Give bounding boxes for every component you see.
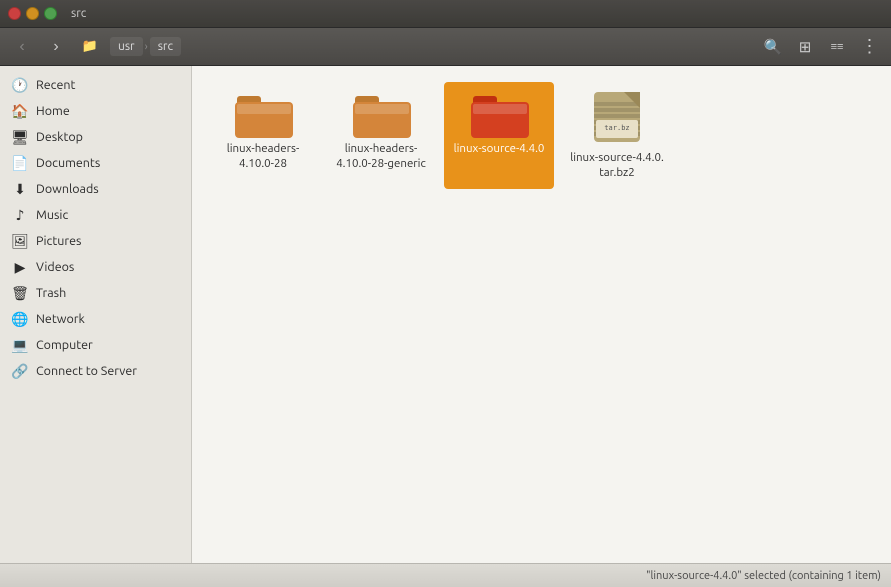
network-icon: 🌐	[12, 311, 28, 327]
file-item-linux-source-4.4.0[interactable]: linux-source-4.4.0	[444, 82, 554, 189]
file-label-linux-headers-4.10.0-28-generic: linux-headers- 4.10.0-28-generic	[331, 142, 431, 172]
window-title: src	[71, 7, 86, 20]
location-icon: 📁	[76, 33, 104, 61]
view-grid-button[interactable]: ⊞	[791, 33, 819, 61]
folder-icon-linux-source-4.4.0	[471, 90, 527, 138]
downloads-icon: ⬇	[12, 181, 28, 197]
sidebar-label-music: Music	[36, 208, 68, 222]
sidebar-item-pictures[interactable]: 🖼 Pictures	[0, 228, 191, 254]
sidebar-item-desktop[interactable]: 🖥 Desktop	[0, 124, 191, 150]
file-item-linux-headers-4.10.0-28[interactable]: linux-headers- 4.10.0-28	[208, 82, 318, 189]
files-grid: linux-headers- 4.10.0-28 linux-headers- 4…	[208, 82, 875, 189]
minimize-button[interactable]	[26, 7, 39, 20]
sidebar: 🕐 Recent 🏠 Home 🖥 Desktop 📄 Documents ⬇ Downloads…	[0, 66, 192, 563]
menu-button[interactable]: ⋮	[855, 33, 883, 61]
sidebar-label-pictures: Pictures	[36, 234, 81, 248]
trash-icon: 🗑	[12, 285, 28, 301]
file-item-linux-source-4.4.0.tar.bz2[interactable]: tar.bz linux-source-4.4.0. tar.bz2	[562, 82, 672, 189]
breadcrumb-src[interactable]: src	[150, 37, 181, 56]
window-controls	[8, 7, 57, 20]
sidebar-item-network[interactable]: 🌐 Network	[0, 306, 191, 332]
toolbar: ‹ › 📁 usr › src 🔍 ⊞ ≡≡ ⋮	[0, 28, 891, 66]
file-area[interactable]: linux-headers- 4.10.0-28 linux-headers- 4…	[192, 66, 891, 563]
close-button[interactable]	[8, 7, 21, 20]
sidebar-item-home[interactable]: 🏠 Home	[0, 98, 191, 124]
sidebar-label-desktop: Desktop	[36, 130, 83, 144]
sidebar-item-downloads[interactable]: ⬇ Downloads	[0, 176, 191, 202]
sidebar-item-trash[interactable]: 🗑 Trash	[0, 280, 191, 306]
file-label-linux-source-4.4.0.tar.bz2: linux-source-4.4.0. tar.bz2	[567, 151, 667, 181]
sidebar-label-videos: Videos	[36, 260, 74, 274]
documents-icon: 📄	[12, 155, 28, 171]
search-button[interactable]: 🔍	[759, 33, 787, 61]
music-icon: ♪	[12, 207, 28, 223]
titlebar: src	[0, 0, 891, 28]
back-button[interactable]: ‹	[8, 33, 36, 61]
main-area: 🕐 Recent 🏠 Home 🖥 Desktop 📄 Documents ⬇ Downloads…	[0, 66, 891, 563]
home-icon: 🏠	[12, 103, 28, 119]
sidebar-item-documents[interactable]: 📄 Documents	[0, 150, 191, 176]
forward-button[interactable]: ›	[42, 33, 70, 61]
sidebar-item-music[interactable]: ♪ Music	[0, 202, 191, 228]
statusbar-text: "linux-source-4.4.0" selected (containin…	[10, 570, 881, 582]
pictures-icon: 🖼	[12, 233, 28, 249]
folder-icon-linux-headers-4.10.0-28-generic	[353, 90, 409, 138]
sidebar-item-videos[interactable]: ▶ Videos	[0, 254, 191, 280]
connect-icon: 🔗	[12, 363, 28, 379]
sidebar-item-connect[interactable]: 🔗 Connect to Server	[0, 358, 191, 384]
toolbar-right: 🔍 ⊞ ≡≡ ⋮	[759, 33, 883, 61]
sidebar-label-network: Network	[36, 312, 85, 326]
sidebar-item-computer[interactable]: 💻 Computer	[0, 332, 191, 358]
archive-icon-linux-source-4.4.0.tar.bz2: tar.bz	[590, 90, 644, 147]
recent-icon: 🕐	[12, 77, 28, 93]
breadcrumb-separator: ›	[145, 41, 148, 53]
computer-icon: 💻	[12, 337, 28, 353]
sidebar-label-recent: Recent	[36, 78, 75, 92]
maximize-button[interactable]	[44, 7, 57, 20]
sidebar-label-computer: Computer	[36, 338, 93, 352]
sidebar-label-documents: Documents	[36, 156, 100, 170]
svg-text:tar.bz: tar.bz	[604, 124, 629, 132]
view-list-button[interactable]: ≡≡	[823, 33, 851, 61]
sidebar-item-recent[interactable]: 🕐 Recent	[0, 72, 191, 98]
desktop-icon: 🖥	[12, 129, 28, 145]
sidebar-label-trash: Trash	[36, 286, 66, 300]
file-label-linux-headers-4.10.0-28: linux-headers- 4.10.0-28	[213, 142, 313, 172]
sidebar-label-home: Home	[36, 104, 70, 118]
breadcrumb-usr[interactable]: usr	[110, 37, 143, 56]
sidebar-label-connect: Connect to Server	[36, 364, 137, 378]
statusbar: "linux-source-4.4.0" selected (containin…	[0, 563, 891, 587]
file-label-linux-source-4.4.0: linux-source-4.4.0	[454, 142, 545, 157]
breadcrumb: usr › src	[110, 37, 753, 56]
folder-icon-linux-headers-4.10.0-28	[235, 90, 291, 138]
sidebar-label-downloads: Downloads	[36, 182, 99, 196]
file-item-linux-headers-4.10.0-28-generic[interactable]: linux-headers- 4.10.0-28-generic	[326, 82, 436, 189]
videos-icon: ▶	[12, 259, 28, 275]
